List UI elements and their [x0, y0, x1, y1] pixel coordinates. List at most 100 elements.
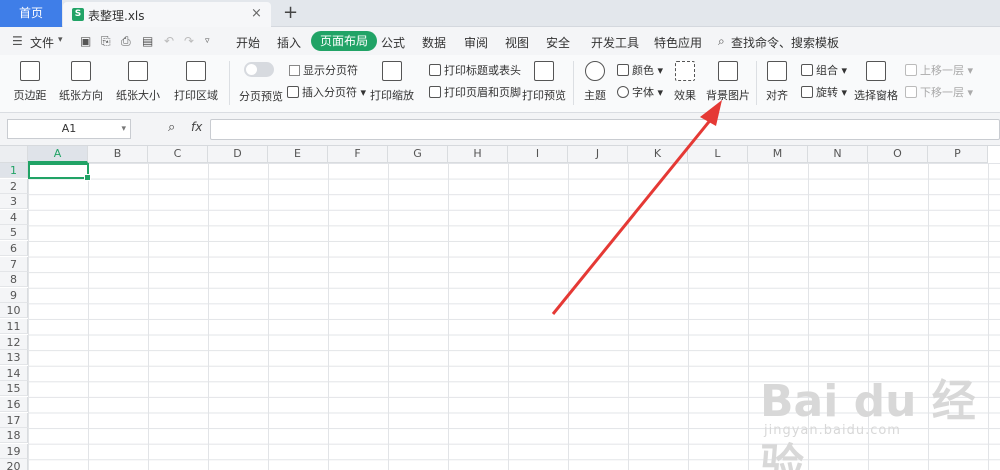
- formula-input[interactable]: [210, 119, 1000, 140]
- column-header-g[interactable]: G: [388, 146, 448, 163]
- row-header-15[interactable]: 15: [0, 381, 28, 397]
- row-header-20[interactable]: 20: [0, 459, 28, 470]
- menu-data[interactable]: 数据: [422, 34, 446, 51]
- row-header-10[interactable]: 10: [0, 303, 28, 319]
- column-header-b[interactable]: B: [88, 146, 148, 163]
- close-icon[interactable]: ×: [251, 6, 262, 21]
- insert-page-break-button[interactable]: 插入分页符 ▾: [287, 84, 366, 100]
- column-header-n[interactable]: N: [808, 146, 868, 163]
- column-header-p[interactable]: P: [928, 146, 988, 163]
- row-header-11[interactable]: 11: [0, 319, 28, 334]
- column-header-h[interactable]: H: [448, 146, 508, 163]
- menu-view[interactable]: 视图: [505, 34, 529, 51]
- paper-size-icon: [128, 61, 148, 81]
- row-header-2[interactable]: 2: [0, 178, 28, 194]
- row-header-14[interactable]: 14: [0, 365, 28, 381]
- row-header-6[interactable]: 6: [0, 241, 28, 256]
- column-header-k[interactable]: K: [628, 146, 688, 163]
- group-button[interactable]: 组合 ▾: [801, 62, 847, 78]
- row-header-3[interactable]: 3: [0, 194, 28, 210]
- row-header-19[interactable]: 19: [0, 443, 28, 459]
- print-area-button[interactable]: 打印区域: [172, 61, 220, 103]
- menu-page-layout[interactable]: 页面布局: [311, 31, 378, 51]
- menu-developer[interactable]: 开发工具: [591, 34, 639, 51]
- row-header-16[interactable]: 16: [0, 397, 28, 412]
- column-header-i[interactable]: I: [508, 146, 568, 163]
- export-icon[interactable]: ⎘: [101, 34, 111, 49]
- menu-formula[interactable]: 公式: [381, 34, 405, 51]
- menu-features[interactable]: 特色应用: [654, 34, 702, 51]
- save-icon[interactable]: ▣: [80, 34, 91, 48]
- file-tab[interactable]: S 表整理.xls ×: [63, 2, 271, 27]
- fonts-button[interactable]: 字体 ▾: [617, 84, 663, 100]
- margins-button[interactable]: 页边距: [8, 61, 52, 103]
- menu-security[interactable]: 安全: [546, 34, 570, 51]
- row-header-8[interactable]: 8: [0, 272, 28, 288]
- palette-icon: [585, 61, 605, 81]
- menu-start[interactable]: 开始: [236, 34, 260, 51]
- name-box[interactable]: A1 ▾: [7, 119, 131, 139]
- show-page-break-label: 显示分页符: [303, 64, 358, 77]
- row-header-12[interactable]: 12: [0, 334, 28, 350]
- rotate-button[interactable]: 旋转 ▾: [801, 84, 847, 100]
- customize-dropdown-icon[interactable]: ▿: [205, 36, 210, 46]
- undo-icon[interactable]: ↶: [164, 34, 174, 48]
- hamburger-icon[interactable]: ☰: [12, 34, 23, 48]
- background-image-button[interactable]: 背景图片: [705, 61, 751, 103]
- colors-button[interactable]: 颜色 ▾: [617, 62, 663, 78]
- fx-icon[interactable]: fx: [191, 120, 202, 134]
- group-label: 组合: [816, 64, 838, 77]
- rotate-icon: [801, 86, 813, 98]
- print-scaling-button[interactable]: 打印缩放: [368, 61, 416, 103]
- row-header-7[interactable]: 7: [0, 256, 28, 272]
- active-cell-a1[interactable]: [28, 163, 91, 181]
- column-header-o[interactable]: O: [868, 146, 928, 163]
- show-page-break-checkbox[interactable]: 显示分页符: [289, 62, 358, 78]
- menu-insert[interactable]: 插入: [277, 34, 301, 51]
- page-break-preview-button[interactable]: 分页预览: [239, 88, 283, 104]
- column-header-a[interactable]: A: [28, 146, 88, 163]
- theme-button[interactable]: 主题: [580, 61, 610, 103]
- send-backward-button[interactable]: 下移一层 ▾: [905, 84, 973, 100]
- align-button[interactable]: 对齐: [762, 61, 792, 103]
- column-header-d[interactable]: D: [208, 146, 268, 163]
- print-header-footer-button[interactable]: 打印页眉和页脚: [429, 84, 521, 100]
- chevron-down-icon[interactable]: ▾: [58, 35, 63, 45]
- column-header-j[interactable]: J: [568, 146, 628, 163]
- column-header-e[interactable]: E: [268, 146, 328, 163]
- chevron-down-icon[interactable]: ▾: [121, 120, 126, 138]
- redo-icon[interactable]: ↷: [184, 34, 194, 48]
- watermark-url: jingyan.baidu.com: [764, 423, 901, 438]
- search-icon[interactable]: ⌕: [718, 34, 725, 49]
- row-header-5[interactable]: 5: [0, 225, 28, 241]
- column-header-f[interactable]: F: [328, 146, 388, 163]
- home-tab[interactable]: 首页: [0, 0, 62, 27]
- selection-pane-label: 选择窗格: [854, 89, 898, 102]
- row-header-17[interactable]: 17: [0, 412, 28, 428]
- search-commands[interactable]: 查找命令、搜索模板: [731, 34, 839, 51]
- effects-button[interactable]: 效果: [668, 61, 702, 103]
- page-break-toggle[interactable]: [244, 62, 274, 77]
- row-header-1[interactable]: 1: [0, 163, 28, 178]
- selection-pane-button[interactable]: 选择窗格: [854, 61, 898, 103]
- file-menu[interactable]: 文件: [30, 34, 54, 51]
- print-titles-button[interactable]: 打印标题或表头: [429, 62, 521, 78]
- new-tab-button[interactable]: +: [283, 2, 298, 23]
- row-header-13[interactable]: 13: [0, 350, 28, 366]
- column-header-l[interactable]: L: [688, 146, 748, 163]
- bring-forward-button[interactable]: 上移一层 ▾: [905, 62, 973, 78]
- select-all-corner[interactable]: [0, 146, 28, 163]
- orientation-button[interactable]: 纸张方向: [57, 61, 105, 103]
- print-area-icon: [186, 61, 206, 81]
- row-header-4[interactable]: 4: [0, 209, 28, 225]
- zoom-icon[interactable]: ⌕: [168, 120, 175, 135]
- menu-review[interactable]: 审阅: [464, 34, 488, 51]
- column-header-c[interactable]: C: [148, 146, 208, 163]
- print-preview-button[interactable]: 打印预览: [522, 61, 566, 103]
- print-icon[interactable]: ⎙: [121, 34, 131, 49]
- paper-size-button[interactable]: 纸张大小: [114, 61, 162, 103]
- column-header-m[interactable]: M: [748, 146, 808, 163]
- row-header-18[interactable]: 18: [0, 428, 28, 444]
- row-header-9[interactable]: 9: [0, 287, 28, 303]
- print-preview-icon[interactable]: ▤: [142, 34, 153, 48]
